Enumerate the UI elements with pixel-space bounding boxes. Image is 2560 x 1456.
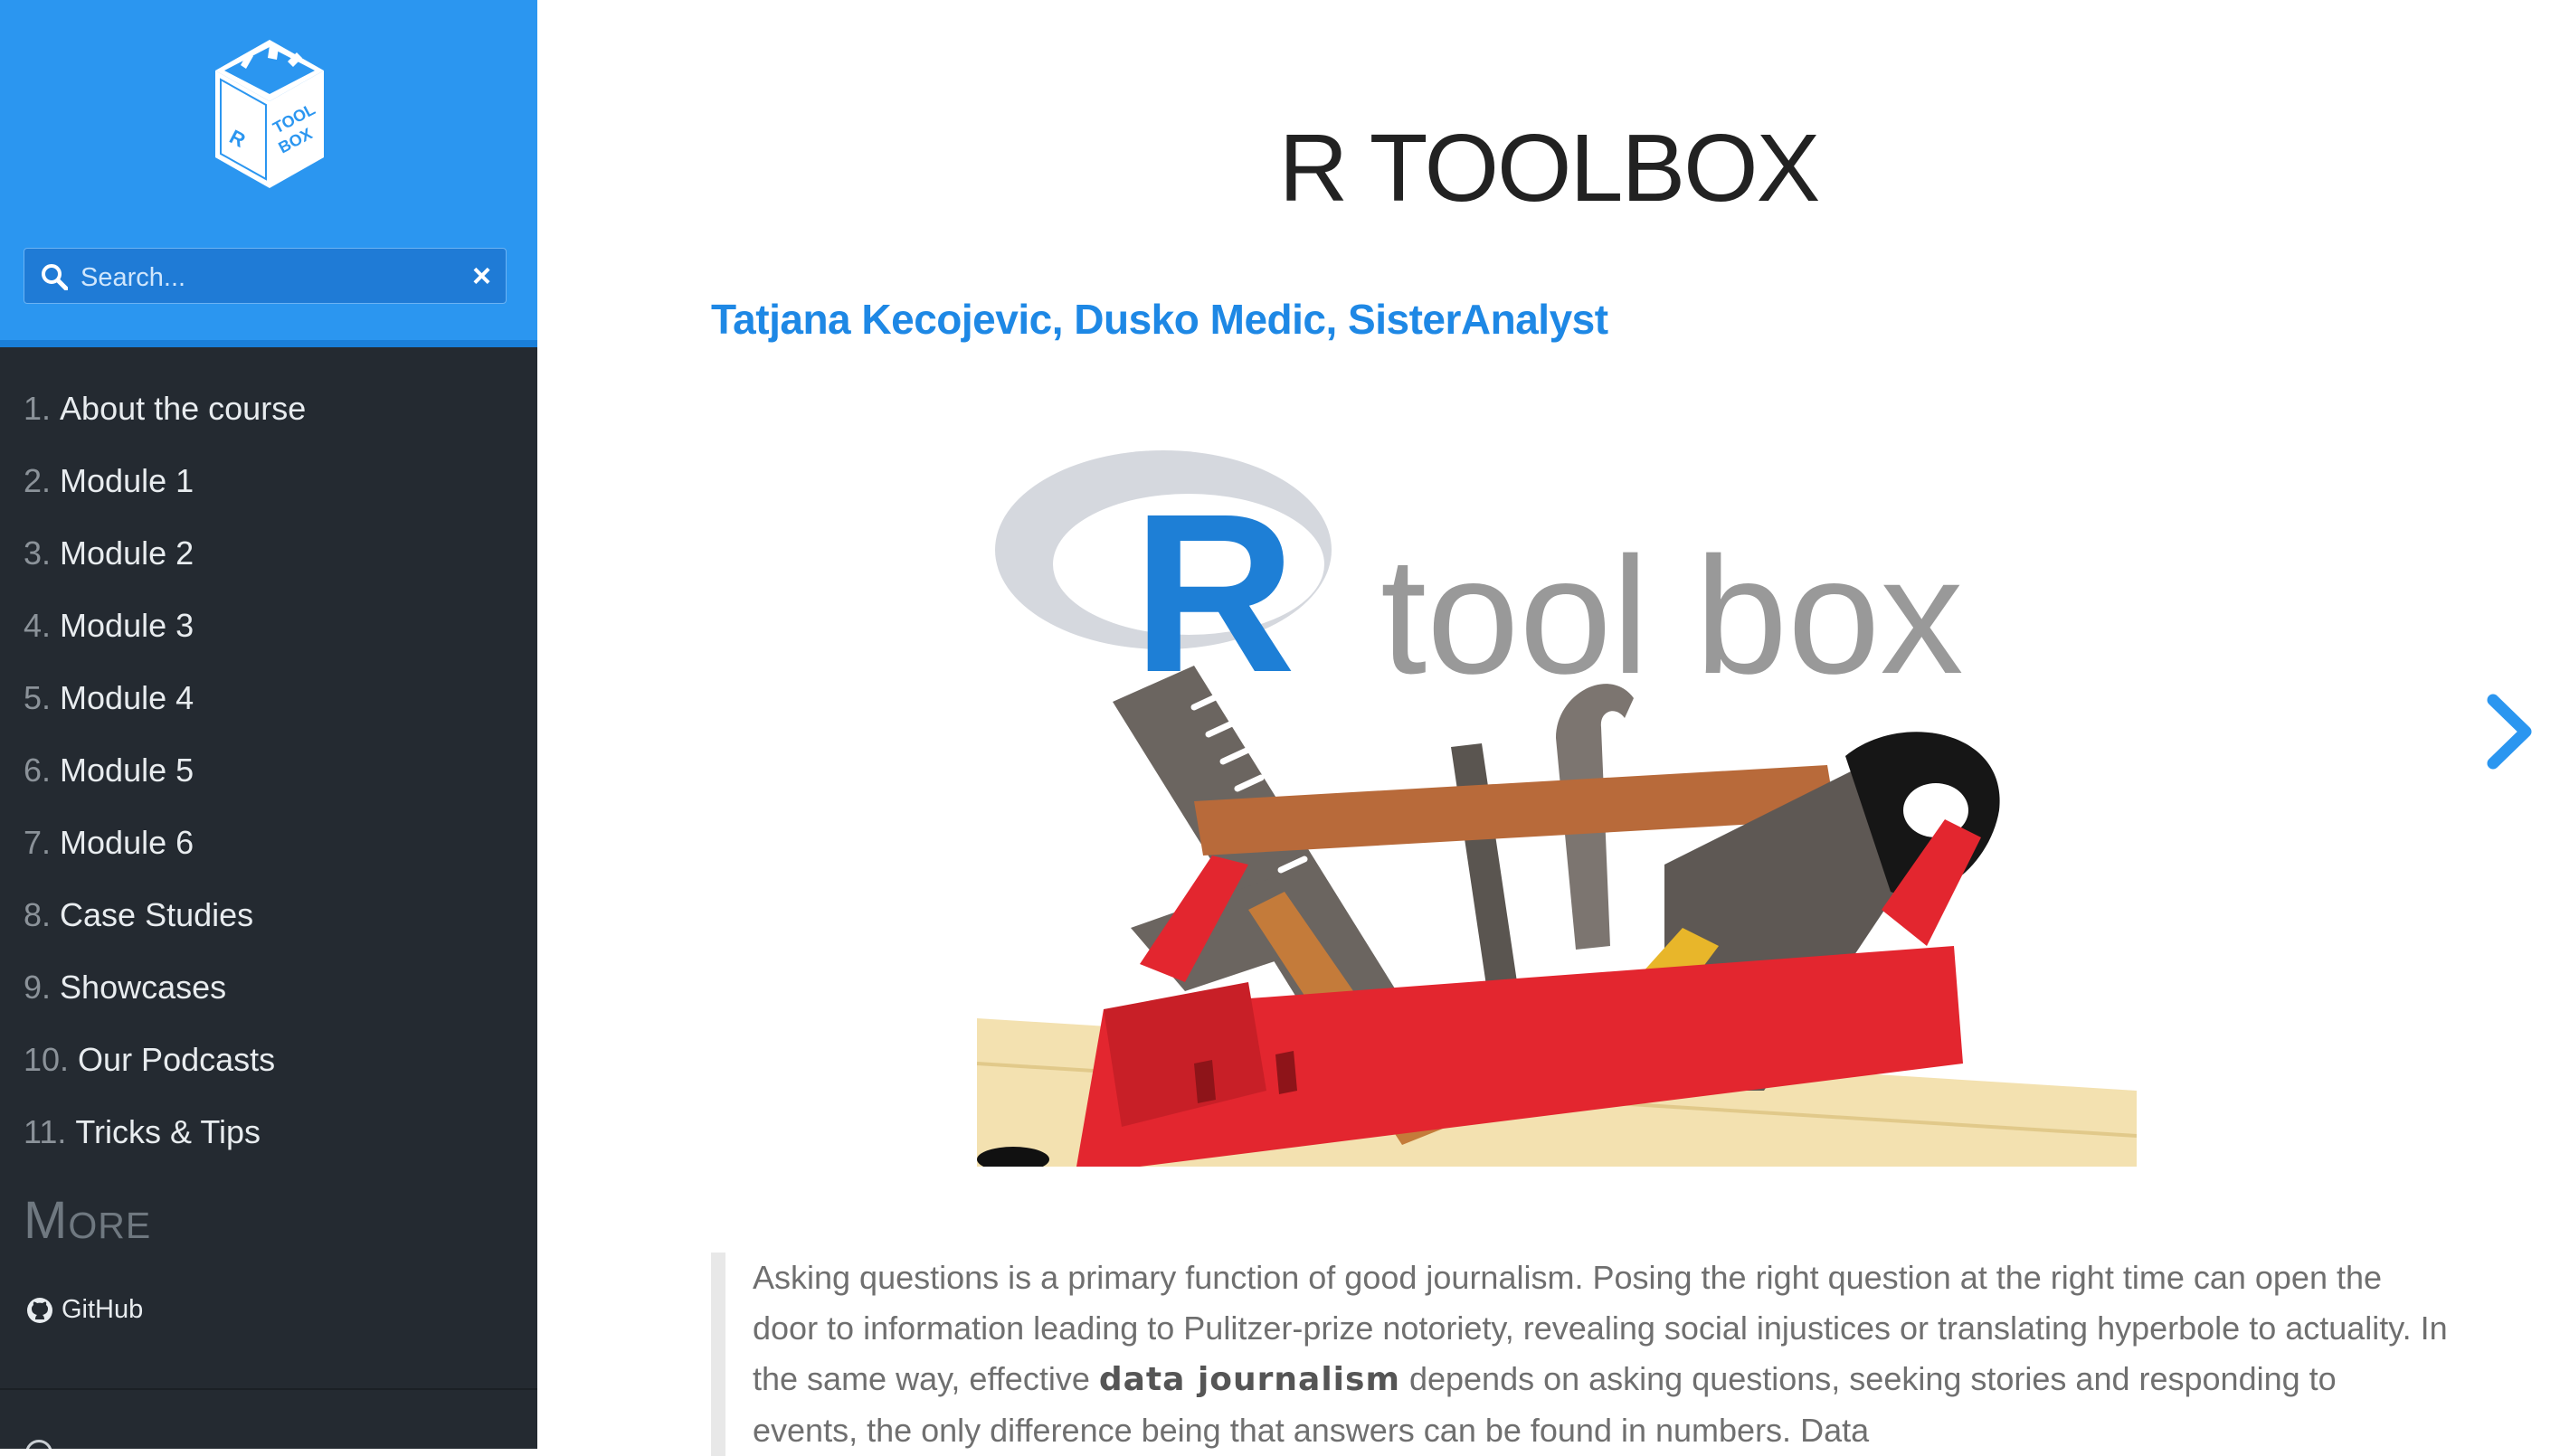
close-icon[interactable]: × <box>472 260 491 292</box>
sidebar-item-label: About the course <box>60 390 307 427</box>
sidebar-item-label: Case Studies <box>60 896 254 933</box>
item-number: 10. <box>24 1041 70 1078</box>
item-number: 11. <box>24 1113 67 1150</box>
sidebar-item-label: Showcases <box>60 969 227 1006</box>
sidebar-item-tricks-tips[interactable]: 11. Tricks & Tips <box>0 1096 537 1168</box>
main-content: R TOOLBOX Tatjana Kecojevic, Dusko Medic… <box>537 0 2560 1456</box>
item-number: 2. <box>24 462 52 499</box>
footer-icon[interactable] <box>25 1440 52 1449</box>
toolbox-hero-image: R tool box <box>977 450 2137 1167</box>
github-label: GitHub <box>62 1295 144 1324</box>
sidebar-item-module-5[interactable]: 6. Module 5 <box>0 734 537 807</box>
github-icon <box>27 1297 52 1323</box>
search-box: × <box>24 248 507 304</box>
item-number: 9. <box>24 969 52 1006</box>
sidebar-item-showcases[interactable]: 9. Showcases <box>0 951 537 1024</box>
sidebar-item-module-1[interactable]: 2. Module 1 <box>0 445 537 517</box>
sidebar-item-about[interactable]: 1. About the course <box>0 373 537 445</box>
item-number: 6. <box>24 752 52 789</box>
authors-line: Tatjana Kecojevic, Dusko Medic, SisterAn… <box>711 296 1608 343</box>
page-title: R TOOLBOX <box>1278 115 1821 222</box>
item-number: 4. <box>24 607 52 644</box>
sidebar-item-label: Our Podcasts <box>78 1041 276 1078</box>
item-number: 1. <box>24 390 52 427</box>
sidebar-item-module-3[interactable]: 4. Module 3 <box>0 590 537 662</box>
sidebar-item-module-2[interactable]: 3. Module 2 <box>0 517 537 590</box>
sidebar-nav: 1. About the course 2. Module 1 3. Module 2… <box>0 373 537 1168</box>
sidebar-item-label: Module 5 <box>60 752 194 789</box>
chevron-right-icon[interactable] <box>2482 693 2536 771</box>
more-heading: More <box>24 1191 152 1250</box>
item-number: 5. <box>24 679 52 716</box>
sidebar-item-podcasts[interactable]: 10. Our Podcasts <box>0 1024 537 1096</box>
svg-text:tool box: tool box <box>1380 522 1963 708</box>
github-link[interactable]: GitHub <box>25 1295 143 1325</box>
item-number: 8. <box>24 896 52 933</box>
sidebar-item-module-6[interactable]: 7. Module 6 <box>0 807 537 879</box>
svg-text:R: R <box>1133 467 1296 719</box>
item-number: 3. <box>24 534 52 572</box>
search-input[interactable] <box>79 256 462 299</box>
sidebar-header: R TOOL BOX × <box>0 0 537 347</box>
toolbox-logo-icon[interactable]: R TOOL BOX <box>204 34 335 194</box>
sidebar: R TOOL BOX × 1.About the course 2.Module… <box>0 0 537 1449</box>
sidebar-item-label: Module 6 <box>60 824 194 861</box>
intro-bold-term: data journalism <box>1098 1361 1400 1398</box>
sidebar-item-label: Module 4 <box>60 679 194 716</box>
sidebar-item-label: Module 2 <box>60 534 194 572</box>
sidebar-item-module-4[interactable]: 5. Module 4 <box>0 662 537 734</box>
intro-paragraph: Asking questions is a primary function o… <box>753 1253 2448 1456</box>
sidebar-item-case-studies[interactable]: 8. Case Studies <box>0 879 537 951</box>
sidebar-item-label: Tricks & Tips <box>75 1113 261 1150</box>
sidebar-item-label: Module 1 <box>60 462 194 499</box>
intro-blockquote: Asking questions is a primary function o… <box>711 1253 2448 1456</box>
sidebar-divider <box>0 1388 537 1390</box>
search-icon <box>42 264 68 290</box>
item-number: 7. <box>24 824 52 861</box>
sidebar-item-label: Module 3 <box>60 607 194 644</box>
